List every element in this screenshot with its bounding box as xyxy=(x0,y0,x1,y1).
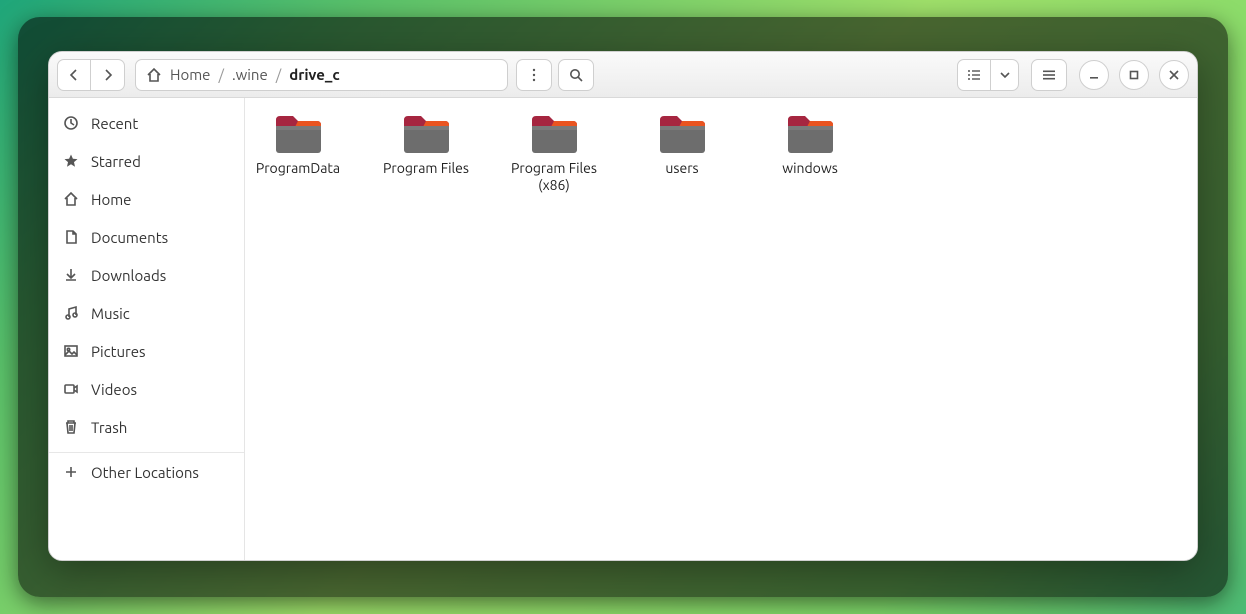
folder-icon xyxy=(273,112,323,156)
video-icon xyxy=(63,381,79,397)
forward-button[interactable] xyxy=(91,59,125,91)
minimize-button[interactable] xyxy=(1079,60,1109,90)
sidebar-item-label: Pictures xyxy=(91,343,146,360)
breadcrumb-separator: / xyxy=(276,66,282,83)
star-icon xyxy=(63,153,79,169)
sidebar-item-downloads[interactable]: Downloads xyxy=(49,256,244,294)
picture-icon xyxy=(63,343,79,359)
hamburger-menu-button[interactable] xyxy=(1031,59,1067,91)
folder-item[interactable]: ProgramData xyxy=(255,112,341,194)
trash-icon xyxy=(63,419,79,435)
desktop-background: Home / .wine / drive_c xyxy=(18,17,1228,597)
chevron-right-icon xyxy=(100,67,116,83)
view-options-dropdown[interactable] xyxy=(991,59,1019,91)
folder-label: Program Files (x86) xyxy=(511,160,597,194)
folder-item[interactable]: Program Files xyxy=(383,112,469,194)
sidebar-item-label: Documents xyxy=(91,229,168,246)
chevron-left-icon xyxy=(66,67,82,83)
download-icon xyxy=(63,267,79,283)
file-grid: ProgramData Program Files Program Files … xyxy=(245,98,1197,208)
folder-icon xyxy=(529,112,579,156)
list-icon xyxy=(966,67,982,83)
close-icon xyxy=(1166,67,1182,83)
folder-item[interactable]: Program Files (x86) xyxy=(511,112,597,194)
home-icon xyxy=(146,67,162,83)
sidebar-item-label: Starred xyxy=(91,153,141,170)
search-button[interactable] xyxy=(558,59,594,91)
sidebar-item-recent[interactable]: Recent xyxy=(49,104,244,142)
nav-buttons xyxy=(57,59,125,91)
hamburger-icon xyxy=(1041,67,1057,83)
back-button[interactable] xyxy=(57,59,91,91)
content-pane[interactable]: ProgramData Program Files Program Files … xyxy=(245,98,1197,560)
chevron-down-icon xyxy=(997,67,1013,83)
sidebar-item-videos[interactable]: Videos xyxy=(49,370,244,408)
sidebar-item-music[interactable]: Music xyxy=(49,294,244,332)
path-bar[interactable]: Home / .wine / drive_c xyxy=(135,59,508,91)
folder-icon xyxy=(401,112,451,156)
window-controls xyxy=(1073,60,1189,90)
sidebar-item-label: Home xyxy=(91,191,131,208)
sidebar-item-home[interactable]: Home xyxy=(49,180,244,218)
sidebar-item-pictures[interactable]: Pictures xyxy=(49,332,244,370)
sidebar-item-other-locations[interactable]: Other Locations xyxy=(49,453,244,491)
breadcrumb-seg-wine[interactable]: .wine xyxy=(232,66,268,83)
list-view-button[interactable] xyxy=(957,59,991,91)
kebab-icon xyxy=(526,67,542,83)
sidebar-item-trash[interactable]: Trash xyxy=(49,408,244,446)
breadcrumb-separator: / xyxy=(218,66,224,83)
folder-item[interactable]: users xyxy=(639,112,725,194)
document-icon xyxy=(63,229,79,245)
home-icon xyxy=(63,191,79,207)
folder-label: ProgramData xyxy=(256,160,340,177)
sidebar-item-label: Other Locations xyxy=(91,464,199,481)
folder-label: users xyxy=(665,160,698,177)
folder-icon xyxy=(785,112,835,156)
clock-icon xyxy=(63,115,79,131)
folder-item[interactable]: windows xyxy=(767,112,853,194)
path-menu-button[interactable] xyxy=(516,59,552,91)
sidebar-item-label: Trash xyxy=(91,419,127,436)
folder-icon xyxy=(657,112,707,156)
plus-icon xyxy=(63,464,79,480)
search-icon xyxy=(568,67,584,83)
folder-label: Program Files xyxy=(383,160,469,177)
breadcrumb-seg-drive-c[interactable]: drive_c xyxy=(289,66,339,83)
sidebar-item-starred[interactable]: Starred xyxy=(49,142,244,180)
window-body: Recent Starred Home Documents Downloads xyxy=(49,98,1197,560)
close-button[interactable] xyxy=(1159,60,1189,90)
titlebar: Home / .wine / drive_c xyxy=(49,52,1197,98)
sidebar-item-label: Music xyxy=(91,305,130,322)
music-icon xyxy=(63,305,79,321)
maximize-button[interactable] xyxy=(1119,60,1149,90)
maximize-icon xyxy=(1126,67,1142,83)
view-switcher xyxy=(957,59,1019,91)
sidebar-item-label: Downloads xyxy=(91,267,166,284)
file-manager-window: Home / .wine / drive_c xyxy=(48,51,1198,561)
breadcrumb-home[interactable]: Home xyxy=(170,66,210,83)
sidebar: Recent Starred Home Documents Downloads xyxy=(49,98,245,560)
sidebar-item-label: Videos xyxy=(91,381,137,398)
folder-label: windows xyxy=(782,160,838,177)
minimize-icon xyxy=(1086,67,1102,83)
sidebar-item-documents[interactable]: Documents xyxy=(49,218,244,256)
sidebar-item-label: Recent xyxy=(91,115,138,132)
